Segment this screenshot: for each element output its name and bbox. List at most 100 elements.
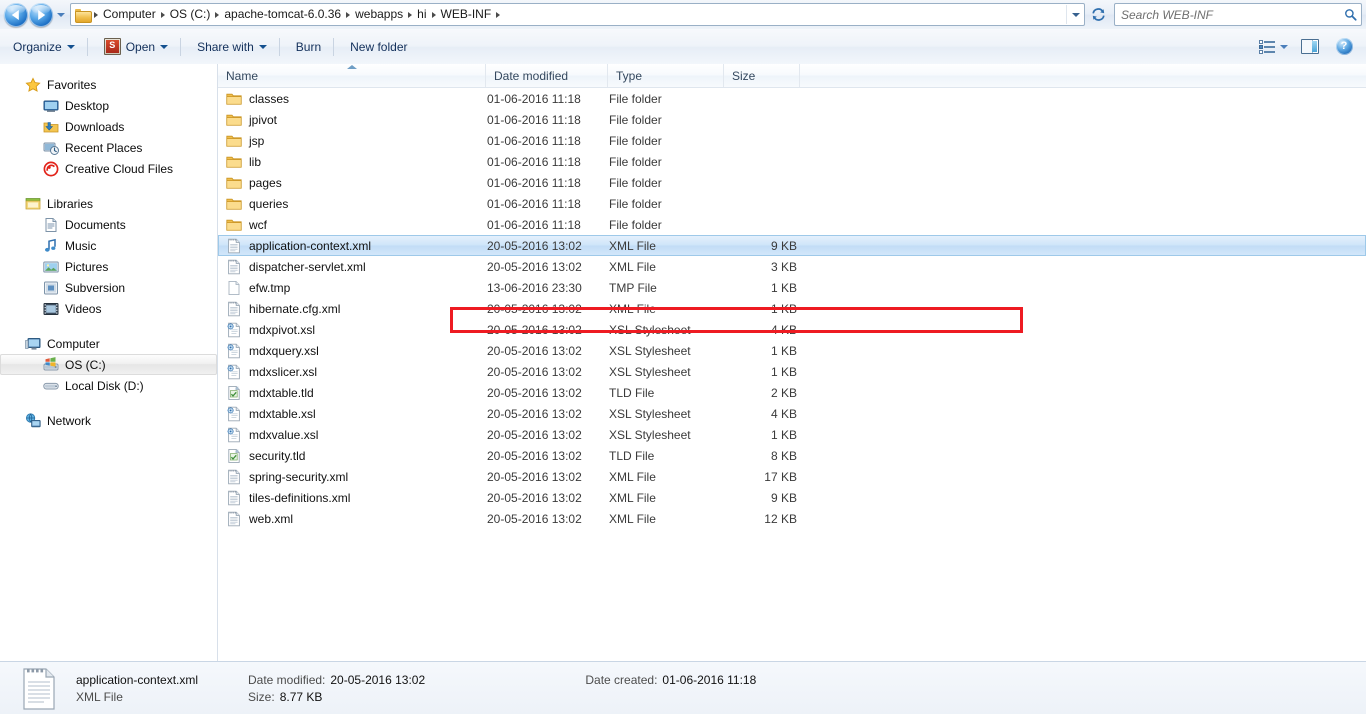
file-name-label: queries: [249, 196, 289, 211]
table-row[interactable]: wcf 01-06-2016 11:18 File folder: [218, 214, 1366, 235]
nav-group-favorites[interactable]: Favorites: [0, 74, 217, 95]
column-header-date-modified[interactable]: Date modified: [486, 64, 608, 87]
breadcrumb-separator-icon[interactable]: [94, 11, 98, 18]
navigation-buttons: [0, 2, 68, 27]
file-date-cell: 20-05-2016 13:02: [487, 511, 582, 526]
nav-group-libraries[interactable]: Libraries: [0, 193, 217, 214]
breadcrumb-item-hi[interactable]: hi: [413, 5, 430, 24]
breadcrumb-item-computer[interactable]: Computer: [99, 5, 160, 24]
table-row[interactable]: jpivot 01-06-2016 11:18 File folder: [218, 109, 1366, 130]
forward-icon[interactable]: [29, 2, 53, 27]
sidebar-item-videos[interactable]: Videos: [0, 298, 217, 319]
breadcrumb-separator-icon[interactable]: [431, 11, 436, 18]
breadcrumb-separator-icon[interactable]: [408, 11, 413, 18]
breadcrumb-bar[interactable]: Computer OS (C:) apache-tomcat-6.0.36 we…: [70, 3, 1085, 26]
file-size-cell: 1 KB: [770, 301, 797, 316]
file-size-cell: 1 KB: [770, 364, 797, 379]
table-row[interactable]: application-context.xml 20-05-2016 13:02 X…: [218, 235, 1366, 256]
sidebar-item-downloads[interactable]: Downloads: [0, 116, 217, 137]
breadcrumb-item-os-c[interactable]: OS (C:): [166, 5, 215, 24]
table-row[interactable]: pages 01-06-2016 11:18 File folder: [218, 172, 1366, 193]
sidebar-item-music[interactable]: Music: [0, 235, 217, 256]
recent-pages-dropdown-icon[interactable]: [54, 4, 68, 26]
table-row[interactable]: efw.tmp 13-06-2016 23:30 TMP File 1 KB: [218, 277, 1366, 298]
search-box[interactable]: [1114, 3, 1362, 26]
file-size-cell: 17 KB: [764, 469, 797, 484]
column-header-name[interactable]: Name: [218, 64, 486, 87]
preview-pane-button[interactable]: [1294, 34, 1326, 60]
file-name-cell: mdxtable.tld: [219, 385, 487, 401]
new-folder-button[interactable]: New folder: [341, 34, 416, 60]
file-date-cell: 20-05-2016 13:02: [487, 448, 582, 463]
refresh-button[interactable]: [1086, 3, 1110, 26]
table-row[interactable]: spring-security.xml 20-05-2016 13:02 XML F…: [218, 466, 1366, 487]
table-row[interactable]: mdxquery.xsl 20-05-2016 13:02 XSL Styleshe…: [218, 340, 1366, 361]
file-date-cell: 20-05-2016 13:02: [487, 490, 582, 505]
sidebar-item-creative-cloud-files[interactable]: Creative Cloud Files: [0, 158, 217, 179]
table-row[interactable]: tiles-definitions.xml 20-05-2016 13:02 XML…: [218, 487, 1366, 508]
file-type-cell: XSL Stylesheet: [609, 427, 691, 442]
file-name-cell: jsp: [219, 133, 487, 149]
table-row[interactable]: mdxslicer.xsl 20-05-2016 13:02 XSL Stylesh…: [218, 361, 1366, 382]
file-name-label: jsp: [249, 133, 265, 148]
change-view-icon: [1259, 39, 1275, 54]
burn-button[interactable]: Burn: [287, 34, 330, 60]
file-size-cell: 9 KB: [770, 490, 797, 505]
column-header-type[interactable]: Type: [608, 64, 724, 87]
breadcrumb-item-apache-tomcat[interactable]: apache-tomcat-6.0.36: [220, 5, 345, 24]
xml-file-icon: [226, 490, 242, 506]
breadcrumb-separator-icon[interactable]: [346, 11, 351, 18]
breadcrumb-separator-icon[interactable]: [496, 11, 501, 18]
file-name-label: security.tld: [249, 448, 306, 463]
nav-group-network[interactable]: Network: [0, 410, 217, 431]
table-row[interactable]: security.tld 20-05-2016 13:02 TLD File 8 KB: [218, 445, 1366, 466]
file-name-label: pages: [249, 175, 282, 190]
file-type-cell: XML File: [609, 301, 656, 316]
search-input[interactable]: [1119, 6, 1344, 23]
file-type-cell: File folder: [609, 217, 662, 232]
file-name-cell: pages: [219, 175, 487, 191]
table-row[interactable]: mdxvalue.xsl 20-05-2016 13:02 XSL Styleshe…: [218, 424, 1366, 445]
sidebar-item-subversion[interactable]: Subversion: [0, 277, 217, 298]
sidebar-item-pictures[interactable]: Pictures: [0, 256, 217, 277]
breadcrumb-separator-icon[interactable]: [215, 11, 220, 18]
table-row[interactable]: classes 01-06-2016 11:18 File folder: [218, 88, 1366, 109]
breadcrumb-item-webapps[interactable]: webapps: [351, 5, 407, 24]
back-icon[interactable]: [4, 2, 28, 27]
share-with-button[interactable]: Share with: [188, 34, 276, 60]
file-type-cell: TLD File: [609, 385, 655, 400]
sidebar-item-os-c[interactable]: OS (C:): [0, 354, 217, 375]
sidebar-item-recent-places[interactable]: Recent Places: [0, 137, 217, 158]
folder-icon: [226, 133, 242, 149]
address-dropdown-icon[interactable]: [1066, 5, 1084, 24]
open-button[interactable]: Open: [95, 34, 177, 60]
sidebar-item-documents[interactable]: Documents: [0, 214, 217, 235]
column-header-size[interactable]: Size: [724, 64, 800, 87]
table-row[interactable]: jsp 01-06-2016 11:18 File folder: [218, 130, 1366, 151]
pictures-icon: [43, 259, 59, 275]
file-type-cell: File folder: [609, 196, 662, 211]
table-row[interactable]: mdxtable.tld 20-05-2016 13:02 TLD File 2 KB: [218, 382, 1366, 403]
change-view-button[interactable]: [1255, 34, 1292, 60]
search-icon: [1345, 9, 1357, 21]
nav-group-computer[interactable]: Computer: [0, 333, 217, 354]
explorer-window: Computer OS (C:) apache-tomcat-6.0.36 we…: [0, 0, 1366, 714]
organize-button[interactable]: Organize: [4, 34, 84, 60]
table-row[interactable]: web.xml 20-05-2016 13:02 XML File 12 KB: [218, 508, 1366, 529]
table-row[interactable]: lib 01-06-2016 11:18 File folder: [218, 151, 1366, 172]
breadcrumb-item-web-inf[interactable]: WEB-INF: [437, 5, 496, 24]
breadcrumb-separator-icon[interactable]: [160, 11, 165, 18]
file-size-cell: 3 KB: [770, 259, 797, 274]
file-size-cell: 4 KB: [770, 322, 797, 337]
help-button[interactable]: ?: [1328, 34, 1360, 60]
explorer-content: Favorites Desktop Downloads Recent Place…: [0, 64, 1366, 661]
table-row[interactable]: mdxpivot.xsl 20-05-2016 13:02 XSL Styleshe…: [218, 319, 1366, 340]
sidebar-item-desktop[interactable]: Desktop: [0, 95, 217, 116]
table-row[interactable]: hibernate.cfg.xml 20-05-2016 13:02 XML Fil…: [218, 298, 1366, 319]
file-name-cell: jpivot: [219, 112, 487, 128]
table-row[interactable]: mdxtable.xsl 20-05-2016 13:02 XSL Styleshe…: [218, 403, 1366, 424]
table-row[interactable]: queries 01-06-2016 11:18 File folder: [218, 193, 1366, 214]
file-date-cell: 20-05-2016 13:02: [487, 385, 582, 400]
table-row[interactable]: dispatcher-servlet.xml 20-05-2016 13:02 XM…: [218, 256, 1366, 277]
sidebar-item-local-disk-d[interactable]: Local Disk (D:): [0, 375, 217, 396]
